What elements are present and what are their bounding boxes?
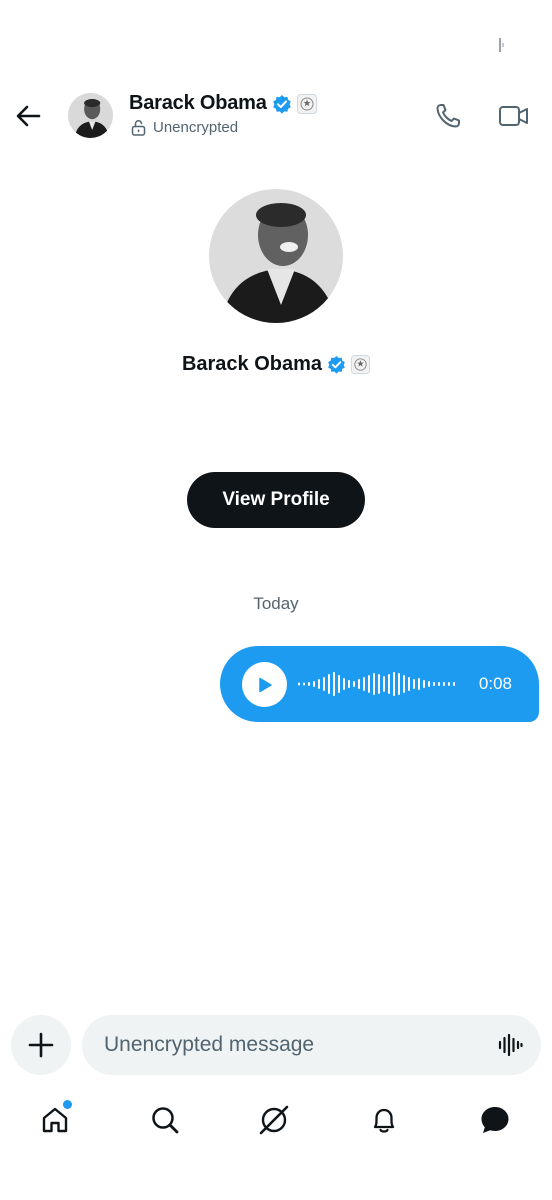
profile-name: Barack Obama <box>181 353 323 375</box>
encryption-status: Unencrypted <box>153 119 239 136</box>
waveform-bar <box>393 672 395 696</box>
plus-icon <box>28 1032 54 1058</box>
tab-messages[interactable] <box>475 1100 515 1140</box>
profile-photo <box>209 189 343 323</box>
message-composer <box>0 1014 552 1076</box>
waveform-bar <box>353 681 355 687</box>
grok-icon <box>259 1105 289 1135</box>
video-camera-icon <box>499 106 528 126</box>
video-call-button[interactable] <box>494 98 534 134</box>
voice-message-duration: 0:08 <box>478 674 512 693</box>
profile-avatar[interactable] <box>209 189 343 323</box>
waveform-bar <box>308 682 310 686</box>
voice-message-bubble[interactable]: 0:08 <box>220 646 539 722</box>
waveform-bar <box>328 674 330 694</box>
waveform-bar <box>358 679 360 689</box>
conversation-header: Barack Obama Unencrypted <box>0 84 552 148</box>
back-button[interactable] <box>10 98 46 134</box>
waveform-bar <box>303 682 305 686</box>
waveform-bar <box>423 680 425 688</box>
add-attachment-button[interactable] <box>11 1015 71 1075</box>
waveform-bar <box>373 673 375 695</box>
search-icon <box>152 1107 179 1134</box>
contact-name[interactable]: Barack Obama <box>129 92 267 115</box>
waveform-bar <box>453 682 455 686</box>
audio-waveform <box>298 672 455 696</box>
waveform-bar <box>388 674 390 694</box>
notification-dot <box>63 1100 72 1109</box>
tab-search[interactable] <box>145 1100 185 1140</box>
government-seal-icon <box>296 93 317 114</box>
bottom-tab-bar <box>0 1090 552 1150</box>
contact-avatar[interactable] <box>68 93 113 138</box>
phone-icon <box>436 104 460 128</box>
record-voice-button[interactable] <box>495 1030 525 1060</box>
waveform-bar <box>318 679 320 689</box>
waveform-bar <box>418 678 420 690</box>
waveform-bar <box>398 673 400 695</box>
verified-badge-icon <box>328 355 345 374</box>
waveform-bar <box>298 682 300 686</box>
verified-badge-icon <box>272 94 291 114</box>
chat-bubble-icon <box>481 1107 509 1133</box>
waveform-bar <box>323 677 325 691</box>
waveform-bar <box>428 681 430 687</box>
waveform-bar <box>433 682 435 686</box>
avatar-photo <box>68 93 113 138</box>
audio-waveform-icon <box>498 1033 523 1057</box>
arrow-left-icon <box>16 105 41 127</box>
waveform-bar <box>383 676 385 692</box>
waveform-bar <box>413 679 415 689</box>
waveform-bar <box>403 675 405 693</box>
waveform-bar <box>448 682 450 686</box>
status-bar-icon <box>499 38 504 52</box>
unlocked-padlock-icon <box>131 120 146 136</box>
waveform-bar <box>313 681 315 687</box>
waveform-bar <box>408 677 410 691</box>
voice-call-button[interactable] <box>430 98 466 134</box>
waveform-bar <box>363 677 365 691</box>
waveform-bar <box>333 672 335 696</box>
waveform-bar <box>438 682 440 686</box>
government-seal-icon <box>351 355 371 374</box>
waveform-bar <box>443 682 445 686</box>
play-button[interactable] <box>242 662 287 707</box>
waveform-bar <box>348 680 350 688</box>
tab-grok[interactable] <box>254 1100 294 1140</box>
waveform-bar <box>338 675 340 693</box>
waveform-bar <box>378 674 380 694</box>
bell-icon <box>373 1108 395 1133</box>
tab-notifications[interactable] <box>364 1100 404 1140</box>
play-icon <box>258 677 272 692</box>
date-divider: Today <box>253 594 299 613</box>
tab-home[interactable] <box>35 1100 75 1140</box>
waveform-bar <box>343 678 345 690</box>
view-profile-button[interactable]: View Profile <box>187 472 365 528</box>
message-input[interactable] <box>104 1015 484 1075</box>
waveform-bar <box>368 675 370 693</box>
message-input-wrapper <box>82 1015 541 1075</box>
